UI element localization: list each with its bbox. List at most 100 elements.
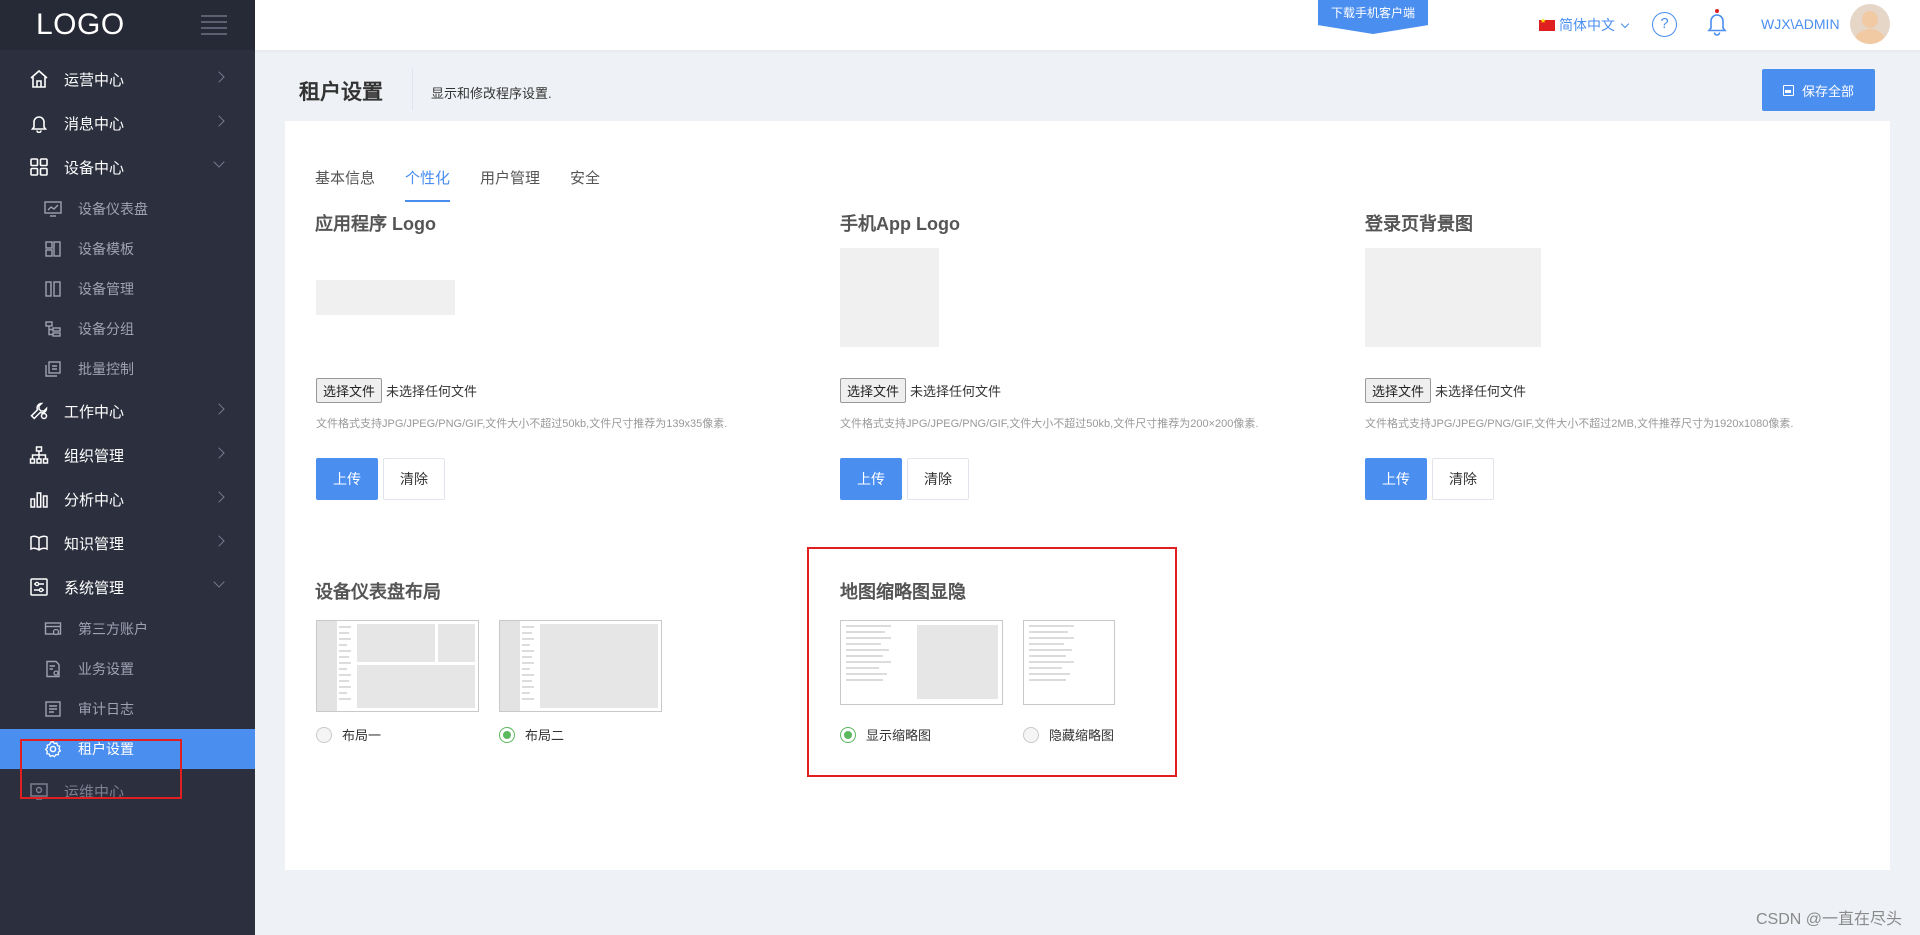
tab-user-management[interactable]: 用户管理 bbox=[480, 167, 540, 202]
app-logo-upload-button[interactable]: 上传 bbox=[316, 458, 378, 500]
sidebar-item-knowledge-manage[interactable]: 知识管理 bbox=[0, 521, 255, 565]
map-thumbnail-title: 地图缩略图显隐 bbox=[840, 582, 966, 602]
tab-personalization[interactable]: 个性化 bbox=[405, 167, 451, 202]
language-label: 简体中文 bbox=[1559, 17, 1615, 33]
notification-bell-icon[interactable] bbox=[1706, 9, 1728, 37]
sidebar-item-device-dashboard[interactable]: 设备仪表盘 bbox=[0, 189, 255, 229]
log-icon bbox=[44, 700, 62, 718]
settings-panel-icon bbox=[28, 576, 50, 598]
sidebar-item-batch-control[interactable]: 批量控制 bbox=[0, 349, 255, 389]
sidebar-item-device-template[interactable]: 设备模板 bbox=[0, 229, 255, 269]
logo-bar: LOGO bbox=[0, 0, 255, 50]
layout-one-thumbnail[interactable] bbox=[316, 620, 479, 712]
show-thumbnail-radio[interactable]: 显示缩略图 bbox=[840, 725, 931, 744]
batch-icon bbox=[44, 360, 62, 378]
radio-unchecked-icon bbox=[1023, 726, 1039, 743]
sidebar-item-device-manage[interactable]: 设备管理 bbox=[0, 269, 255, 309]
mobile-logo-upload-button[interactable]: 上传 bbox=[840, 458, 902, 500]
grid-icon bbox=[28, 156, 50, 178]
mobile-logo-clear-button[interactable]: 清除 bbox=[907, 458, 969, 500]
sidebar-item-audit-log[interactable]: 审计日志 bbox=[0, 689, 255, 729]
sidebar-item-device-center[interactable]: 设备中心 bbox=[0, 145, 255, 189]
hide-thumbnail-radio[interactable]: 隐藏缩略图 bbox=[1023, 725, 1114, 744]
app-logo-clear-button[interactable]: 清除 bbox=[383, 458, 445, 500]
hide-thumbnail-preview[interactable] bbox=[1023, 620, 1115, 705]
mobile-logo-file-status: 未选择任何文件 bbox=[910, 384, 1002, 399]
login-bg-hint: 文件格式支持JPG/JPEG/PNG/GIF,文件大小不超过2MB,文件推荐尺寸… bbox=[1365, 418, 1794, 430]
mobile-logo-choose-file-button[interactable]: 选择文件 bbox=[840, 378, 907, 403]
notification-dot bbox=[1715, 9, 1719, 13]
layout-two-thumbnail[interactable] bbox=[499, 620, 662, 712]
sidebar-item-system-manage[interactable]: 系统管理 bbox=[0, 565, 255, 609]
radio-unchecked-icon bbox=[316, 726, 332, 743]
chevron-down-icon bbox=[213, 156, 225, 168]
sidebar-item-work-center[interactable]: 工作中心 bbox=[0, 389, 255, 433]
chevron-right-icon bbox=[213, 71, 225, 83]
dashboard-icon bbox=[44, 200, 62, 218]
login-bg-upload-button[interactable]: 上传 bbox=[1365, 458, 1427, 500]
app-logo-file-input: 选择文件 未选择任何文件 bbox=[316, 378, 477, 403]
china-flag-icon bbox=[1539, 17, 1555, 31]
sidebar-item-third-party[interactable]: 第三方账户 bbox=[0, 609, 255, 649]
tab-basic-info[interactable]: 基本信息 bbox=[315, 167, 375, 202]
login-bg-choose-file-button[interactable]: 选择文件 bbox=[1365, 378, 1432, 403]
wrench-icon bbox=[28, 400, 50, 422]
chevron-down-icon bbox=[213, 576, 225, 588]
avatar[interactable] bbox=[1850, 4, 1890, 44]
sidebar-item-ops-center[interactable]: 运营中心 bbox=[0, 57, 255, 101]
page-title: 租户设置 bbox=[299, 81, 383, 104]
org-chart-icon bbox=[28, 444, 50, 466]
tab-security[interactable]: 安全 bbox=[570, 167, 600, 202]
sidebar-item-label: 设备仪表盘 bbox=[78, 201, 148, 217]
sidebar-item-msg-center[interactable]: 消息中心 bbox=[0, 101, 255, 145]
bell-icon bbox=[28, 112, 50, 134]
hide-thumbnail-label: 隐藏缩略图 bbox=[1049, 728, 1115, 743]
app-logo-preview bbox=[316, 280, 455, 315]
settings-tabs: 基本信息 个性化 用户管理 安全 bbox=[315, 167, 630, 202]
language-selector[interactable]: 简体中文 bbox=[1539, 15, 1630, 35]
help-icon[interactable]: ? bbox=[1652, 12, 1677, 37]
save-icon bbox=[1782, 84, 1794, 96]
login-bg-preview bbox=[1365, 248, 1541, 347]
app-logo-title: 应用程序 Logo bbox=[315, 214, 436, 234]
sidebar-item-business-settings[interactable]: 业务设置 bbox=[0, 649, 255, 689]
save-all-button[interactable]: 保存全部 bbox=[1762, 69, 1875, 111]
chevron-right-icon bbox=[213, 447, 225, 459]
sidebar-item-label: 设备分组 bbox=[78, 321, 134, 337]
divider bbox=[412, 68, 413, 110]
chevron-down-icon bbox=[1620, 19, 1630, 28]
template-icon bbox=[44, 240, 62, 258]
download-app-banner[interactable]: 下载手机客户端 bbox=[1318, 0, 1428, 34]
show-thumbnail-preview[interactable] bbox=[840, 620, 1003, 705]
sidebar-item-analysis-center[interactable]: 分析中心 bbox=[0, 477, 255, 521]
app-logo-file-status: 未选择任何文件 bbox=[386, 384, 478, 399]
app-logo-choose-file-button[interactable]: 选择文件 bbox=[316, 378, 383, 403]
layout-one-radio[interactable]: 布局一 bbox=[316, 725, 381, 744]
username[interactable]: WJX\ADMIN bbox=[1761, 16, 1840, 32]
watermark: CSDN @一直在尽头 bbox=[1756, 911, 1903, 928]
layout-one-label: 布局一 bbox=[342, 728, 382, 743]
logo: LOGO bbox=[36, 8, 125, 41]
sidebar-item-device-group[interactable]: 设备分组 bbox=[0, 309, 255, 349]
sidebar-item-label: 设备模板 bbox=[78, 241, 134, 257]
sidebar-annotation-highlight-box bbox=[20, 739, 182, 799]
sidebar-item-label: 设备中心 bbox=[64, 159, 125, 177]
sidebar-item-label: 审计日志 bbox=[78, 701, 134, 717]
chevron-right-icon bbox=[213, 491, 225, 503]
menu-toggle-icon[interactable] bbox=[201, 15, 227, 35]
chevron-right-icon bbox=[213, 403, 225, 415]
radio-checked-icon bbox=[840, 726, 856, 743]
home-icon bbox=[28, 68, 50, 90]
layout-two-radio[interactable]: 布局二 bbox=[499, 725, 564, 744]
columns-icon bbox=[44, 280, 62, 298]
show-thumbnail-label: 显示缩略图 bbox=[866, 728, 932, 743]
dashboard-layout-title: 设备仪表盘布局 bbox=[315, 582, 441, 602]
login-bg-clear-button[interactable]: 清除 bbox=[1432, 458, 1494, 500]
sidebar-item-label: 组织管理 bbox=[64, 447, 125, 465]
sidebar-item-org-manage[interactable]: 组织管理 bbox=[0, 433, 255, 477]
login-bg-file-status: 未选择任何文件 bbox=[1435, 384, 1527, 399]
radio-checked-icon bbox=[499, 726, 515, 743]
mobile-logo-title: 手机App Logo bbox=[840, 214, 960, 234]
sidebar-item-label: 工作中心 bbox=[64, 403, 125, 421]
mobile-logo-hint: 文件格式支持JPG/JPEG/PNG/GIF,文件大小不超过50kb,文件尺寸推… bbox=[840, 418, 1259, 430]
